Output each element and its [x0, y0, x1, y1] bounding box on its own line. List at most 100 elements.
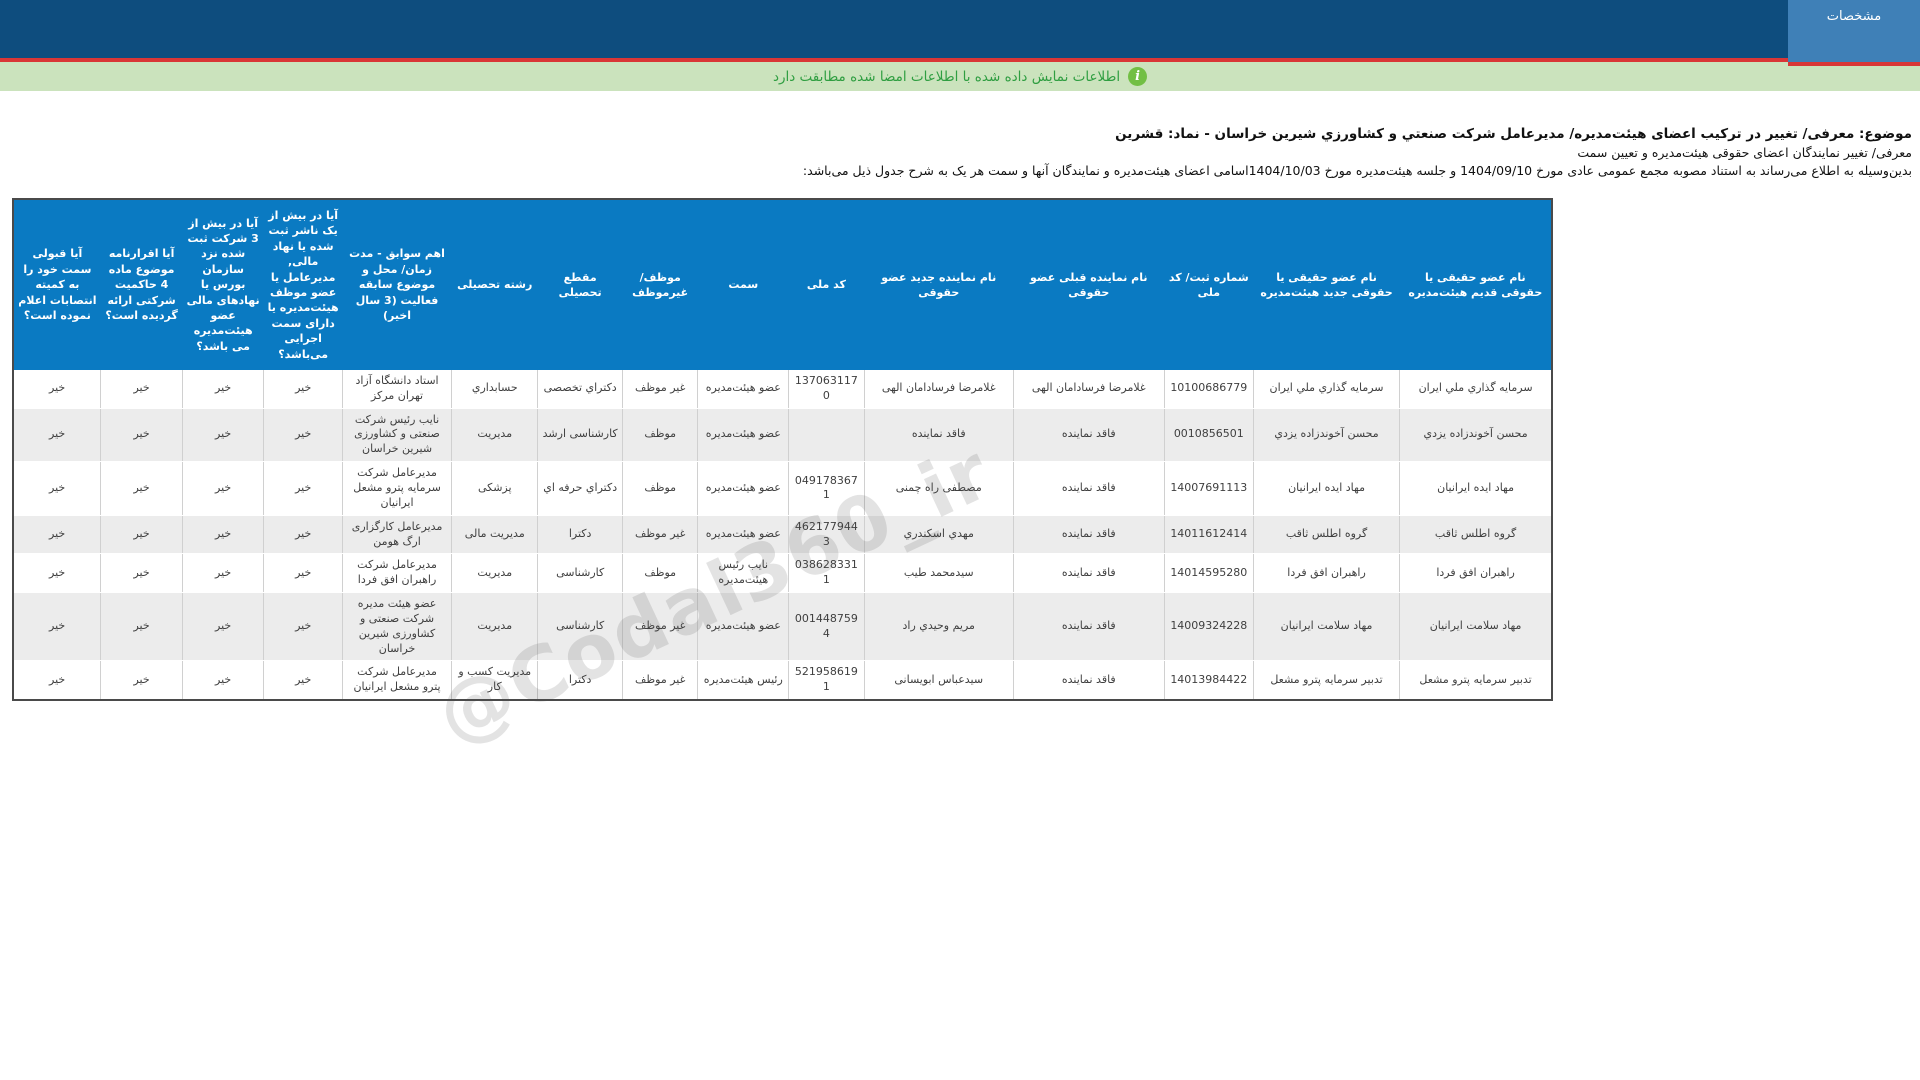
table-cell: خیر — [181, 553, 264, 594]
table-cell: مدیریت مالی — [451, 515, 538, 555]
table-cell: خیر — [263, 660, 343, 701]
table-cell: 14009324228 — [1163, 592, 1254, 662]
table-cell: 14014595280 — [1163, 553, 1254, 594]
table-cell: خیر — [13, 553, 101, 594]
table-cell: 5219586191 — [788, 660, 865, 701]
table-cell: کارشناسی — [537, 592, 623, 662]
page-subtitle: معرفی/ تغییر نمایندگان اعضای حقوقی هیئت‌… — [1577, 145, 1912, 160]
table-cell: نایب رئیس شرکت صنعتی و کشاورزی شیرین خرا… — [341, 408, 452, 463]
table-cell: استاد دانشگاه آزاد تهران مرکز — [341, 369, 452, 409]
table-cell: مدیریت کسب و کار — [451, 660, 538, 701]
page-title: موضوع: معرفی/ تغییر در ترکیب اعضای هیئت‌… — [1115, 126, 1912, 142]
col-new-rep: نام نماینده جدید عضو حقوقی — [864, 199, 1014, 370]
table-cell: مهدي اسکندري — [863, 515, 1014, 555]
tab-specifications[interactable]: مشخصات — [1788, 0, 1920, 66]
col-acceptance: آیا قبولی سمت خود را به کمیته انتصابات ا… — [13, 199, 101, 370]
table-cell: خیر — [100, 369, 183, 409]
table-cell: خیر — [13, 408, 101, 463]
table-header-row: نام عضو حقیقی یا حقوقی قدیم هیئت‌مدیره ن… — [13, 199, 1552, 370]
table-cell: مدیرعامل شرکت پترو مشعل ایرانیان — [341, 660, 452, 701]
table-cell: فاقد نماینده — [1012, 515, 1165, 555]
table-cell: خیر — [100, 553, 183, 594]
top-navigation-bar — [0, 0, 1920, 58]
signature-match-banner: i اطلاعات نمایش داده شده با اطلاعات امضا… — [0, 62, 1920, 91]
table-cell: پزشکی — [451, 461, 538, 516]
table-cell: فاقد نماینده — [1012, 461, 1165, 516]
table-cell: خیر — [13, 592, 101, 662]
table-cell: خیر — [181, 369, 264, 409]
table-cell: موظف — [621, 408, 698, 463]
table-cell: خیر — [100, 660, 183, 701]
table-cell: خیر — [263, 408, 343, 463]
col-work-history: اهم سوابق - مدت زمان/ محل و موضوع سابقه … — [342, 199, 452, 370]
table-cell: غیر موظف — [621, 592, 698, 662]
table-cell: مهاد سلامت ایرانیان — [1399, 592, 1552, 662]
table-cell: محسن آخوندزاده یزدي — [1399, 408, 1552, 463]
table-cell: نایب رئیس هیئت‌مدیره — [697, 553, 789, 594]
table-cell: غیر موظف — [621, 660, 698, 701]
table-cell: خیر — [13, 369, 101, 409]
col-previous-rep: نام نماینده قبلی عضو حقوقی — [1013, 199, 1165, 370]
table-cell: گروه اطلس ثاقب — [1252, 515, 1400, 555]
table-cell: عضو هیئت‌مدیره — [697, 592, 789, 662]
table-cell: غلامرضا فرسادامان الهی — [863, 369, 1014, 409]
table-cell: مدیریت — [451, 408, 538, 463]
table-cell: مریم وحیدي راد — [863, 592, 1014, 662]
table-cell: خیر — [263, 592, 343, 662]
table-cell: دکترا — [537, 515, 623, 555]
info-icon: i — [1128, 67, 1148, 86]
table-cell: مدیرعامل کارگزاری ارگ هومن — [341, 515, 452, 555]
col-degree-level: مقطع تحصیلی — [537, 199, 623, 370]
col-multi-company: آیا در بیش از 3 شرکت ثبت شده نزد سازمان … — [182, 199, 264, 370]
table-cell: 14007691113 — [1163, 461, 1254, 516]
table-cell: خیر — [263, 515, 343, 555]
col-executive-status: موظف/ غیرموظف — [622, 199, 698, 370]
table-cell: مهاد ایده ایرانیان — [1399, 461, 1552, 516]
table-cell: کارشناسی ارشد — [537, 408, 623, 463]
col-field-of-study: رشته تحصیلی — [451, 199, 538, 370]
col-registration-id: شماره ثبت/ کد ملی — [1164, 199, 1254, 370]
table-cell: خیر — [100, 515, 183, 555]
page-description: بدین‌وسیله به اطلاع می‌رساند به استناد م… — [802, 163, 1912, 178]
table-cell: سیدعباس ابویسانی — [863, 660, 1014, 701]
board-members-table: نام عضو حقیقی یا حقوقی قدیم هیئت‌مدیره ن… — [12, 198, 1553, 761]
table-cell: خیر — [263, 369, 343, 409]
table-cell: خیر — [181, 592, 264, 662]
table-cell: مدیریت — [451, 592, 538, 662]
table-cell: خیر — [181, 461, 264, 516]
table-cell: موظف — [621, 553, 698, 594]
table-cell: فاقد نماینده — [863, 408, 1014, 463]
table-cell: دکتراي تخصصی — [537, 369, 623, 409]
table-cell: غلامرضا فرسادامان الهی — [1012, 369, 1165, 409]
table-row: مهاد ایده ایرانیان مهاد ایده ایرانیان 1400… — [13, 461, 1552, 516]
col-new-member: نام عضو حقیقی یا حقوقی جدید هیئت‌مدیره — [1253, 199, 1400, 370]
table-cell: کارشناسی — [537, 553, 623, 594]
table-cell: عضو هیئت‌مدیره — [697, 408, 789, 463]
table-cell: خیر — [263, 461, 343, 516]
table-cell: مصطفی راه چمنی — [863, 461, 1014, 516]
table-cell: دکترا — [537, 660, 623, 701]
table-cell: 0010856501 — [1163, 408, 1254, 463]
table-cell: خیر — [181, 660, 264, 701]
table-row: مهاد سلامت ایرانیان مهاد سلامت ایرانیان 14… — [13, 592, 1552, 662]
table-cell: خیر — [100, 408, 183, 463]
table-cell: سیدمحمد طیب — [863, 553, 1014, 594]
table-cell: عضو هیئت‌مدیره — [697, 369, 789, 409]
col-position: سمت — [697, 199, 789, 370]
document-header: موضوع: معرفی/ تغییر در ترکیب اعضای هیئت‌… — [8, 126, 1912, 178]
table-cell: مدیرعامل شرکت سرمایه پترو مشعل ایرانیان — [341, 461, 452, 516]
col-multi-issuer-role: آیا در بیش از یک ناشر ثبت شده یا نهاد ما… — [263, 199, 343, 370]
table-cell: عضو هیئت مدیره شرکت صنعتی و کشاورزی شیری… — [341, 592, 452, 662]
table-cell: گروه اطلس ثاقب — [1399, 515, 1552, 555]
table-cell: خیر — [181, 408, 264, 463]
tab-specifications-label: مشخصات — [1826, 9, 1882, 24]
table-cell: 10100686779 — [1163, 369, 1254, 409]
table-cell: خیر — [181, 515, 264, 555]
table-cell: خیر — [13, 660, 101, 701]
table-cell: خیر — [100, 592, 183, 662]
table-cell: خیر — [263, 553, 343, 594]
table-cell: فاقد نماینده — [1012, 592, 1165, 662]
table-cell: غیر موظف — [621, 515, 698, 555]
table-cell: 14011612414 — [1163, 515, 1254, 555]
table-cell: مهاد ایده ایرانیان — [1252, 461, 1400, 516]
